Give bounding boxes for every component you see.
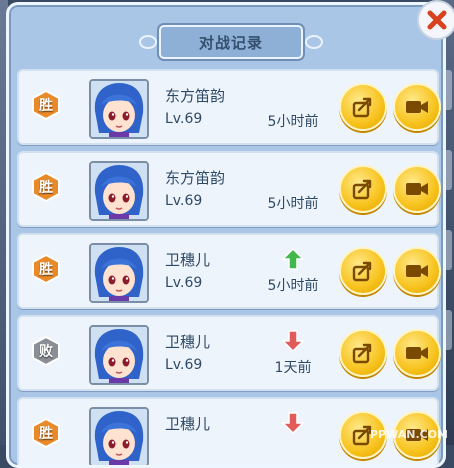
video-camera-icon [406,347,428,359]
opponent-level: Lv.69 [165,275,203,291]
record-time: 5小时前 [267,196,319,212]
avatar-portrait [91,81,147,137]
video-camera-icon [406,265,428,277]
video-camera-icon [406,101,428,113]
record-time: 5小时前 [267,278,319,294]
result-badge: 败 [31,336,61,366]
replay-button[interactable] [393,247,441,295]
share-button[interactable] [339,165,387,213]
page-title: 对战记录 [198,33,263,52]
rank-trend-empty [281,165,305,189]
opponent-avatar[interactable] [89,79,149,139]
opponent-avatar[interactable] [89,325,149,385]
opponent-avatar[interactable] [89,243,149,303]
record-row[interactable]: 胜 东方笛韵 Lv.69 5小时前 [17,151,441,227]
win-label: 胜 [39,262,53,278]
share-icon [352,97,372,118]
share-button[interactable] [339,329,387,377]
opponent-name: 卫穗儿 [165,333,211,351]
title-plaque: 对战记录 [139,25,323,59]
avatar-portrait [91,327,147,383]
win-label: 胜 [39,98,53,114]
share-icon [352,179,372,200]
opponent-avatar[interactable] [89,407,149,465]
win-label: 胜 [39,180,53,196]
rank-down-arrow-icon [281,411,305,435]
opponent-level: Lv.69 [165,193,203,209]
close-icon [427,10,447,30]
opponent-level: Lv.69 [165,111,203,127]
replay-button[interactable] [393,165,441,213]
opponent-name: 卫穗儿 [165,415,211,433]
record-time: 5小时前 [267,114,319,130]
record-list: 胜 东方笛韵 Lv.69 5小时前 胜 东方笛韵 Lv.69 5小时前 胜 卫穗… [17,69,441,465]
opponent-name: 东方笛韵 [165,169,226,187]
record-row[interactable]: 胜 东方笛韵 Lv.69 5小时前 [17,69,441,145]
share-icon [352,343,372,364]
rank-trend-empty [281,83,305,107]
replay-button[interactable] [393,83,441,131]
avatar-portrait [91,245,147,301]
record-time: 1天前 [274,360,312,376]
video-camera-icon [406,183,428,195]
record-row[interactable]: 胜 卫穗儿 Lv.69 5小时前 [17,233,441,309]
share-button[interactable] [339,247,387,295]
opponent-name: 东方笛韵 [165,87,226,105]
result-badge: 胜 [31,418,61,448]
avatar-portrait [91,409,147,465]
share-button[interactable] [339,83,387,131]
replay-button[interactable] [393,329,441,377]
result-badge: 胜 [31,254,61,284]
battle-record-panel: 对战记录 胜 东方笛韵 Lv.69 5小时前 胜 东方笛韵 Lv.69 5小时前… [6,2,446,468]
opponent-avatar[interactable] [89,161,149,221]
win-label: 胜 [39,426,53,442]
rank-down-arrow-icon [281,329,305,353]
watermark: PPWAN.COM [369,428,448,441]
result-badge: 胜 [31,90,61,120]
record-row[interactable]: 败 卫穗儿 Lv.69 1天前 [17,315,441,391]
share-icon [352,261,372,282]
avatar-portrait [91,163,147,219]
lose-label: 败 [39,344,53,360]
result-badge: 胜 [31,172,61,202]
opponent-level: Lv.69 [165,357,203,373]
rank-up-arrow-icon [281,247,305,271]
opponent-name: 卫穗儿 [165,251,211,269]
close-button[interactable] [417,0,454,40]
